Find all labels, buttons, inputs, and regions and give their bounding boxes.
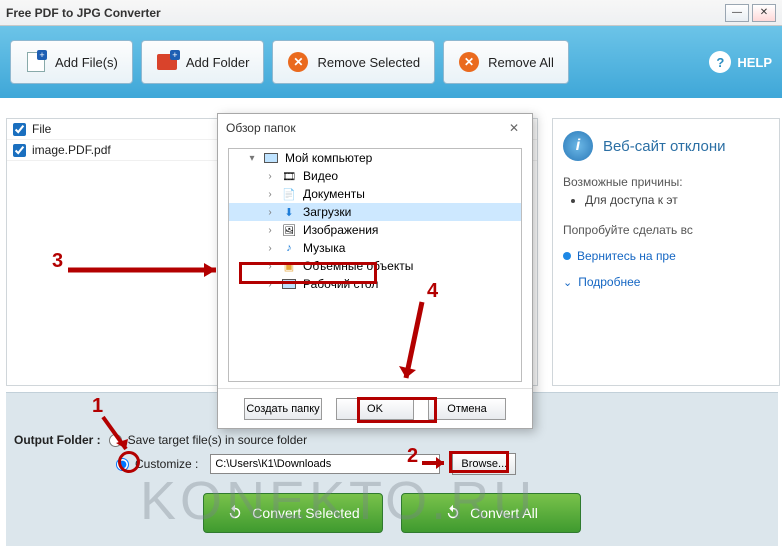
info-try-link[interactable]: Вернитесь на пре [563,249,769,263]
info-try-text: Вернитесь на пре [577,249,676,263]
dialog-titlebar: Обзор папок ✕ [218,114,532,142]
create-folder-label: Создать папку [246,403,319,415]
cancel-label: Отмена [447,403,486,415]
folder-tree[interactable]: ▾Мой компьютер ›🎞Видео ›📄Документы ›⬇Заг… [228,148,522,382]
output-folder-label: Output Folder : [14,433,101,447]
remove-selected-label: Remove Selected [317,55,420,70]
refresh-icon [226,504,244,522]
remove-selected-button[interactable]: ✕ Remove Selected [272,40,435,84]
remove-all-label: Remove All [488,55,554,70]
help-button[interactable]: ? HELP [709,51,772,73]
add-folder-icon [156,51,178,73]
info-reasons-label: Возможные причины: [563,175,769,189]
remove-all-icon: ✕ [458,51,480,73]
tree-label: Загрузки [303,205,351,219]
tree-node[interactable]: ›📄Документы [229,185,521,203]
remove-selected-icon: ✕ [287,51,309,73]
tree-label: Объемные объекты [303,259,413,273]
help-icon: ? [709,51,731,73]
tree-node[interactable]: ›▣Объемные объекты [229,257,521,275]
info-panel: i Веб-сайт отклони Возможные причины: Дл… [552,118,780,386]
chevron-down-icon: ⌄ [563,276,572,289]
convert-selected-button[interactable]: Convert Selected [203,493,383,533]
remove-all-button[interactable]: ✕ Remove All [443,40,569,84]
refresh-icon [444,504,462,522]
ok-button[interactable]: OK [336,398,414,420]
tree-node[interactable]: ›♪Музыка [229,239,521,257]
tree-label: Рабочий стол [303,277,378,291]
tree-node-root[interactable]: ▾Мой компьютер [229,149,521,167]
convert-all-button[interactable]: Convert All [401,493,581,533]
tree-node-selected[interactable]: ›⬇Загрузки [229,203,521,221]
info-title: Веб-сайт отклони [603,138,726,155]
save-source-radio[interactable] [109,434,122,447]
minimize-button[interactable]: — [725,4,749,22]
close-button[interactable]: ✕ [752,4,776,22]
add-file-icon [25,51,47,73]
add-file-button[interactable]: Add File(s) [10,40,133,84]
help-label: HELP [737,55,772,70]
add-folder-label: Add Folder [186,55,250,70]
main-toolbar: Add File(s) Add Folder ✕ Remove Selected… [0,26,782,98]
tree-label: Изображения [303,223,378,237]
customize-radio[interactable] [116,458,129,471]
dialog-title: Обзор папок [226,121,296,135]
file-name: image.PDF.pdf [32,143,111,157]
info-more-link[interactable]: ⌄ Подробнее [563,275,769,289]
info-reason-1: Для доступа к эт [585,193,769,207]
convert-selected-label: Convert Selected [252,505,359,521]
bullet-icon [563,252,571,260]
browse-button[interactable]: Browse... [452,453,516,475]
cancel-button[interactable]: Отмена [428,398,506,420]
folder-browse-dialog: Обзор папок ✕ ▾Мой компьютер ›🎞Видео ›📄Д… [217,113,533,429]
file-checkbox[interactable] [13,144,26,157]
tree-node[interactable]: ›Рабочий стол [229,275,521,293]
tree-node[interactable]: ›🖼Изображения [229,221,521,239]
select-all-checkbox[interactable] [13,123,26,136]
window-title: Free PDF to JPG Converter [6,6,722,20]
convert-all-label: Convert All [470,505,538,521]
info-icon: i [563,131,593,161]
output-path-input[interactable] [210,454,440,474]
browse-label: Browse... [461,458,507,470]
save-source-label: Save target file(s) in source folder [128,433,307,447]
tree-node[interactable]: ›🎞Видео [229,167,521,185]
create-folder-button[interactable]: Создать папку [244,398,322,420]
dialog-close-button[interactable]: ✕ [504,121,524,135]
ok-label: OK [367,403,383,415]
customize-label: Customize : [135,457,198,471]
tree-label: Документы [303,187,365,201]
file-header-label: File [32,122,51,136]
info-try-label: Попробуйте сделать вс [563,223,769,237]
tree-label: Видео [303,169,338,183]
titlebar: Free PDF to JPG Converter — ✕ [0,0,782,26]
add-folder-button[interactable]: Add Folder [141,40,265,84]
info-more-text: Подробнее [578,275,640,289]
tree-root-label: Мой компьютер [285,151,372,165]
add-file-label: Add File(s) [55,55,118,70]
dialog-button-row: Создать папку OK Отмена [218,388,532,428]
tree-label: Музыка [303,241,345,255]
